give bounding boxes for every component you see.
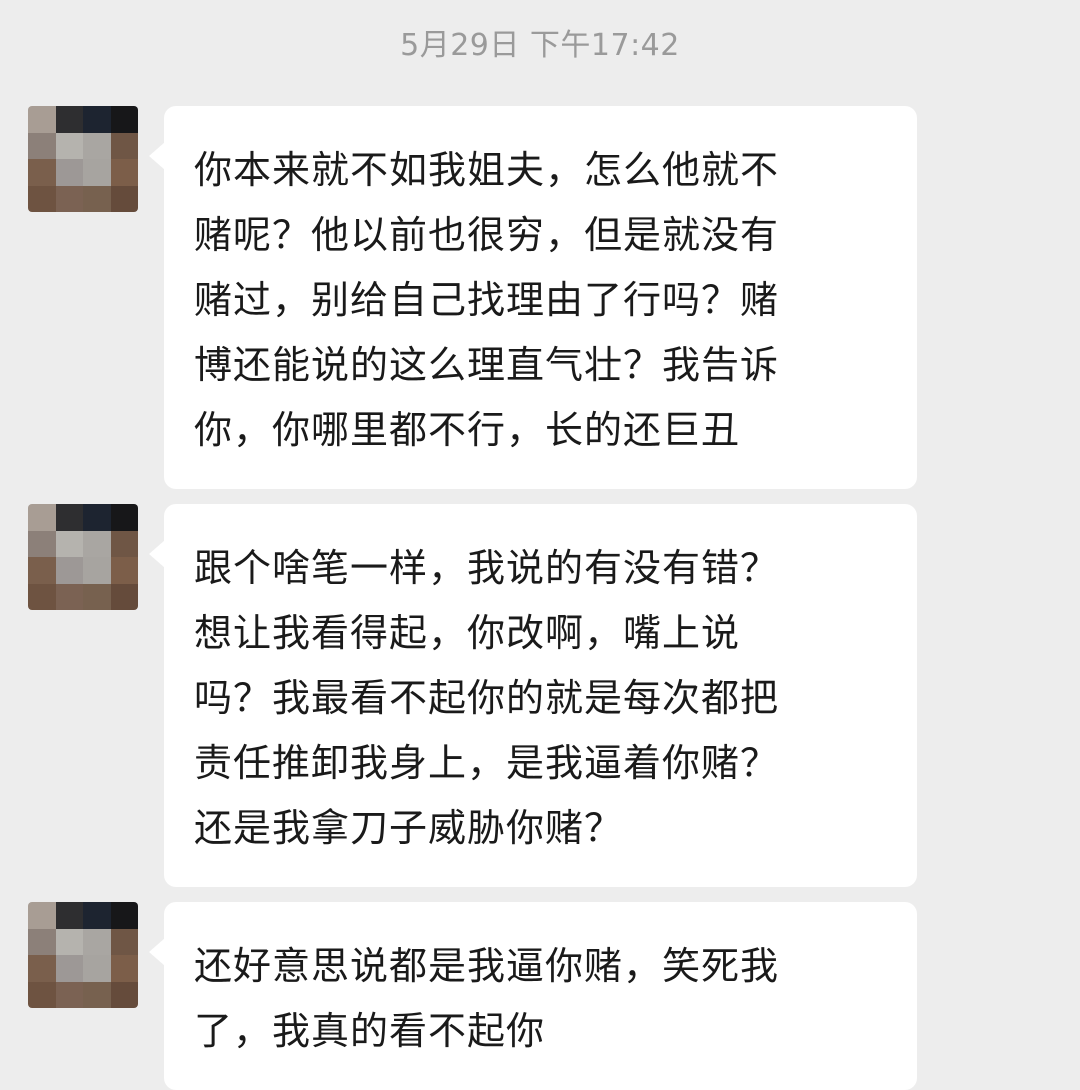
avatar[interactable] xyxy=(28,106,138,212)
message-text: 你本来就不如我姐夫，怎么他就不 赌呢？他以前也很穷，但是就没有 赌过，别给自己找… xyxy=(194,148,780,452)
message-bubble[interactable]: 跟个啥笔一样，我说的有没有错？ 想让我看得起，你改啊，嘴上说 吗？我最看不起你的… xyxy=(149,504,917,887)
avatar[interactable] xyxy=(28,504,138,610)
chat-timestamp: 5月29日 下午17:42 xyxy=(400,28,680,63)
message-bubble[interactable]: 你本来就不如我姐夫，怎么他就不 赌呢？他以前也很穷，但是就没有 赌过，别给自己找… xyxy=(149,106,917,489)
message-text: 跟个啥笔一样，我说的有没有错？ 想让我看得起，你改啊，嘴上说 吗？我最看不起你的… xyxy=(194,546,780,850)
message-bubble[interactable]: 还好意思说都是我逼你赌，笑死我 了，我真的看不起你 xyxy=(149,902,917,1090)
avatar[interactable] xyxy=(28,902,138,1008)
message-text: 还好意思说都是我逼你赌，笑死我 了，我真的看不起你 xyxy=(194,944,780,1053)
